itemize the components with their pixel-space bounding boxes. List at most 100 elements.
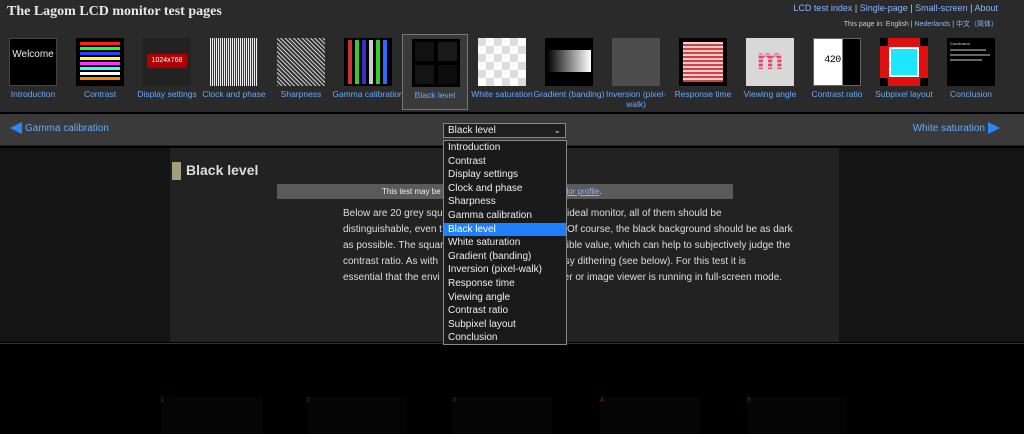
dropdown-option-response-time[interactable]: Response time	[444, 277, 566, 291]
description-line: Below are 20 grey squ On an ideal monito…	[343, 208, 722, 219]
grey-square	[307, 397, 407, 434]
thumb-gradient[interactable]: Gradient (banding)	[534, 34, 604, 110]
description-line: as possible. The squar st possible value…	[343, 240, 791, 251]
thumb-image-viewing-angle: m	[746, 38, 794, 86]
lang-dutch-link[interactable]: Nederlands	[914, 21, 950, 28]
square-number: 4	[600, 397, 604, 404]
link-small-screen[interactable]: Small-screen	[915, 3, 968, 13]
arrow-left-icon	[10, 122, 22, 134]
prev-page-label: Gamma calibration	[25, 122, 109, 134]
thumb-label: Contrast ratio	[811, 89, 863, 99]
top-links: LCD test index | Single-page | Small-scr…	[793, 3, 998, 13]
thumb-image-introduction: Welcome	[9, 38, 57, 86]
right-margin	[839, 148, 1024, 342]
link-lcd-test-index[interactable]: LCD test index	[793, 3, 852, 13]
thumb-image-black-level	[412, 39, 460, 87]
thumb-label: White saturation	[471, 89, 533, 99]
dropdown-option-clock-phase[interactable]: Clock and phase	[444, 182, 566, 196]
link-about[interactable]: About	[974, 3, 998, 13]
dropdown-option-sharpness[interactable]: Sharpness	[444, 195, 566, 209]
notice-end: .	[599, 187, 602, 196]
chevron-down-icon: ⌄	[553, 125, 561, 135]
page-select[interactable]: Black level ⌄	[443, 123, 566, 138]
grey-square	[747, 397, 847, 434]
page-title: Black level	[186, 162, 259, 178]
thumb-clock-phase[interactable]: Clock and phase	[201, 34, 267, 110]
thumb-caption-ratio: 420:1	[824, 55, 852, 66]
thumb-label: Sharpness	[280, 89, 322, 99]
lang-chinese-link[interactable]: 中文（简体）	[956, 21, 998, 28]
dropdown-option-gradient[interactable]: Gradient (banding)	[444, 250, 566, 264]
thumb-image-subpixel	[880, 38, 928, 86]
thumb-label: Inversion (pixel-walk)	[606, 89, 666, 109]
dropdown-option-black-level[interactable]: Black level	[444, 222, 566, 237]
square-number: 5	[747, 397, 751, 404]
thumb-viewing-angle[interactable]: m Viewing angle	[737, 34, 803, 110]
thumb-image-white-saturation	[478, 38, 526, 86]
page-select-value: Black level	[448, 125, 496, 136]
thumb-contrast[interactable]: Contrast	[67, 34, 133, 110]
thumb-image-clock-phase	[210, 38, 258, 86]
dropdown-option-gamma-calibration[interactable]: Gamma calibration	[444, 209, 566, 223]
thumb-label: Conclusion	[949, 89, 993, 99]
description-line: distinguishable, even t quares. Of cours…	[343, 224, 793, 235]
thumb-label: Gradient (banding)	[533, 89, 605, 99]
thumb-image-conclusion: Conclusion	[947, 38, 995, 86]
thumb-label: Subpixel layout	[875, 89, 933, 99]
dropdown-option-contrast[interactable]: Contrast	[444, 155, 566, 169]
next-page-link[interactable]: White saturation	[913, 122, 1000, 134]
next-page-label: White saturation	[912, 122, 985, 134]
left-margin	[0, 148, 170, 342]
prev-page-link[interactable]: Gamma calibration	[10, 122, 109, 134]
grey-square	[452, 397, 552, 434]
thumbnail-bar: Welcome Introduction Contrast 1024x768 D…	[0, 34, 1024, 112]
thumb-inversion[interactable]: Inversion (pixel-walk)	[603, 34, 669, 110]
thumb-image-contrast-ratio: 420:1	[813, 38, 861, 86]
thumb-label: Display settings	[137, 89, 197, 99]
site-header: The Lagom LCD monitor test pages LCD tes…	[0, 0, 1024, 34]
dropdown-option-conclusion[interactable]: Conclusion	[444, 331, 566, 345]
thumb-black-level[interactable]: Black level	[402, 34, 468, 110]
thumb-image-inversion	[612, 38, 660, 86]
dropdown-option-inversion[interactable]: Inversion (pixel-walk)	[444, 263, 566, 277]
arrow-right-icon	[988, 122, 1000, 134]
thumb-caption-welcome: Welcome	[12, 49, 54, 60]
thumb-label: Black level	[414, 90, 456, 100]
thumb-response-time[interactable]: Response time	[670, 34, 736, 110]
thumb-label: Gamma calibration	[332, 89, 404, 99]
thumb-caption-conclusion: Conclusion	[950, 41, 970, 46]
thumb-white-saturation[interactable]: White saturation	[469, 34, 535, 110]
grey-square	[162, 397, 262, 434]
square-number: 2	[306, 397, 310, 404]
heading-marker	[172, 162, 181, 180]
thumb-image-gamma	[344, 38, 392, 86]
thumb-conclusion[interactable]: Conclusion Conclusion	[938, 34, 1004, 110]
thumb-gamma-calibration[interactable]: Gamma calibration	[332, 34, 404, 110]
grey-square	[600, 397, 700, 434]
link-single-page[interactable]: Single-page	[860, 3, 908, 13]
thumb-label: Viewing angle	[743, 89, 797, 99]
dropdown-option-white-saturation[interactable]: White saturation	[444, 236, 566, 250]
thumb-contrast-ratio[interactable]: 420:1 Contrast ratio	[804, 34, 870, 110]
lang-prefix: This page in: English |	[843, 21, 913, 28]
dropdown-option-subpixel-layout[interactable]: Subpixel layout	[444, 318, 566, 332]
thumb-display-settings[interactable]: 1024x768 Display settings	[134, 34, 200, 110]
description-line: essential that the envi e browser or ima…	[343, 272, 783, 283]
dropdown-option-contrast-ratio[interactable]: Contrast ratio	[444, 304, 566, 318]
thumb-caption-m: m	[746, 38, 794, 82]
description-line: contrast ratio. As with t see noisy dith…	[343, 256, 746, 267]
description-text: Below are 20 grey squ On an ideal monito…	[343, 206, 828, 286]
dropdown-option-introduction[interactable]: Introduction	[444, 141, 566, 155]
thumb-image-response-time	[679, 38, 727, 86]
thumb-image-display-settings: 1024x768	[143, 38, 191, 86]
thumb-subpixel-layout[interactable]: Subpixel layout	[871, 34, 937, 110]
thumb-image-contrast	[76, 38, 124, 86]
thumb-sharpness[interactable]: Sharpness	[268, 34, 334, 110]
page-select-dropdown[interactable]: Introduction Contrast Display settings C…	[443, 140, 567, 345]
thumb-caption-resolution: 1024x768	[147, 54, 187, 68]
dropdown-option-display-settings[interactable]: Display settings	[444, 168, 566, 182]
thumb-label: Introduction	[10, 89, 56, 99]
dropdown-option-viewing-angle[interactable]: Viewing angle	[444, 291, 566, 305]
thumb-introduction[interactable]: Welcome Introduction	[0, 34, 66, 110]
site-title: The Lagom LCD monitor test pages	[7, 4, 222, 19]
